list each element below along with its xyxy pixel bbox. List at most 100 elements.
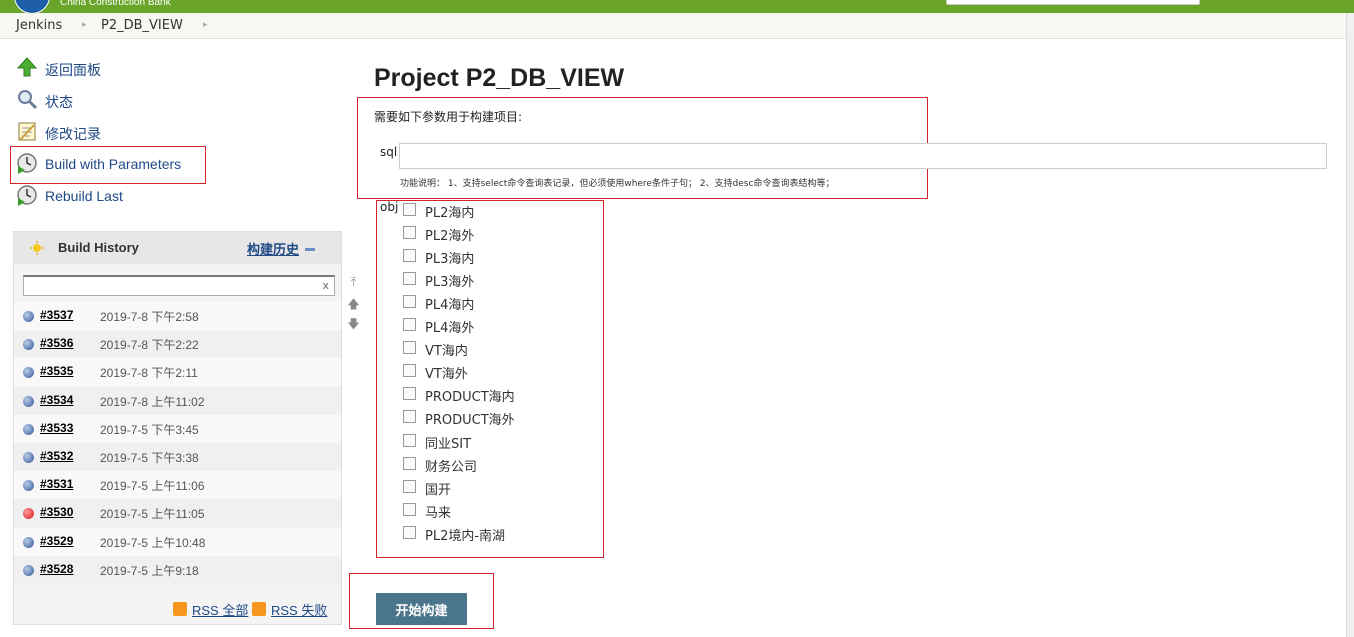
- page-top-icon[interactable]: ⤒: [347, 275, 360, 291]
- build-row: #3528 2019-7-5 上午9:18: [14, 555, 341, 584]
- obj-checkbox[interactable]: [403, 272, 416, 286]
- obj-option-label[interactable]: 马来: [425, 502, 451, 521]
- task-label[interactable]: Rebuild Last: [45, 188, 123, 204]
- build-row: #3535 2019-7-8 下午2:11: [14, 358, 341, 387]
- obj-checkbox[interactable]: [403, 364, 416, 378]
- sql-label: sql: [380, 145, 398, 159]
- build-row: #3532 2019-7-5 下午3:38: [14, 443, 341, 471]
- obj-checkbox[interactable]: [403, 295, 416, 309]
- success-status-icon[interactable]: [23, 423, 34, 435]
- success-status-icon[interactable]: [23, 395, 34, 407]
- build-date: 2019-7-8 下午2:58: [100, 310, 199, 324]
- obj-option-label[interactable]: PL3海外: [425, 271, 474, 290]
- build-date: 2019-7-8 上午11:02: [100, 394, 205, 409]
- sql-input[interactable]: [399, 143, 1327, 169]
- up-arrow-icon: [16, 57, 38, 77]
- obj-checkbox[interactable]: [403, 456, 416, 470]
- obj-option-label[interactable]: PL4海内: [425, 294, 474, 313]
- build-row: #3537 2019-7-8 下午2:58: [14, 302, 341, 330]
- rss-icon: [173, 602, 187, 616]
- obj-checkbox[interactable]: [403, 525, 416, 539]
- build-number-link[interactable]: #3533: [40, 421, 73, 435]
- build-date: 2019-7-5 上午11:06: [100, 479, 205, 494]
- obj-option-label[interactable]: 同业SIT: [425, 433, 471, 452]
- trend-toggle-icon[interactable]: [305, 248, 315, 251]
- obj-option-label[interactable]: VT海内: [425, 340, 468, 359]
- search-input[interactable]: [946, 0, 1200, 5]
- build-number-link[interactable]: #3530: [40, 505, 73, 519]
- obj-checkbox[interactable]: [403, 341, 416, 355]
- build-number-link[interactable]: #3528: [40, 562, 73, 576]
- obj-option-label[interactable]: PL2海内: [425, 202, 474, 221]
- build-date: 2019-7-5 下午3:38: [100, 451, 199, 465]
- success-status-icon[interactable]: [23, 480, 34, 492]
- obj-option-label[interactable]: 国开: [425, 479, 451, 498]
- magnifier-icon: [18, 90, 38, 110]
- scrollbar[interactable]: [1346, 13, 1354, 637]
- breadcrumb-separator-icon[interactable]: ▸: [203, 20, 208, 30]
- highlight-box: [10, 146, 206, 184]
- obj-option-label[interactable]: 财务公司: [425, 456, 477, 475]
- rss-all-link[interactable]: RSS 全部: [192, 600, 248, 619]
- build-number-link[interactable]: #3536: [40, 336, 73, 350]
- obj-checkbox[interactable]: [403, 433, 416, 447]
- build-date: 2019-7-5 上午11:05: [100, 507, 205, 522]
- obj-option-label[interactable]: PRODUCT海外: [425, 409, 515, 428]
- build-history-panel: Build History 构建历史 x #3537 2019-7-8 下午2:5…: [13, 231, 342, 625]
- build-history-trend-link[interactable]: 构建历史: [247, 239, 299, 258]
- build-row: #3530 2019-7-5 上午11:05: [14, 499, 341, 528]
- build-number-link[interactable]: #3537: [40, 308, 73, 322]
- obj-checkbox[interactable]: [403, 502, 416, 516]
- task-label[interactable]: 状态: [45, 92, 73, 112]
- obj-option-label[interactable]: VT海外: [425, 363, 468, 382]
- build-date: 2019-7-5 上午10:48: [100, 535, 206, 550]
- sql-help-text: 功能说明： 1、支持select命令查询表记录，但必须使用where条件子句； …: [400, 179, 835, 189]
- build-number-link[interactable]: #3535: [40, 364, 73, 378]
- obj-checkbox[interactable]: [403, 318, 416, 332]
- obj-checkbox[interactable]: [403, 249, 416, 263]
- obj-checkbox[interactable]: [403, 203, 416, 216]
- page-up-icon[interactable]: 🡅: [347, 295, 360, 311]
- obj-option-label[interactable]: PL2海外: [425, 225, 474, 244]
- build-number-link[interactable]: #3534: [40, 393, 73, 407]
- build-number-link[interactable]: #3532: [40, 449, 73, 463]
- obj-option-label[interactable]: PRODUCT海内: [425, 386, 515, 405]
- task-label[interactable]: 返回面板: [45, 60, 101, 80]
- build-filter-input[interactable]: x: [23, 275, 335, 296]
- obj-option-label[interactable]: PL3海内: [425, 248, 474, 267]
- rss-icon: [252, 602, 266, 616]
- obj-option-label[interactable]: PL2境内-南湖: [425, 525, 505, 544]
- success-status-icon[interactable]: [23, 536, 34, 548]
- build-row: #3531 2019-7-5 上午11:06: [14, 471, 341, 500]
- notepad-icon: [18, 122, 36, 141]
- success-status-icon[interactable]: [23, 311, 34, 322]
- obj-option-label[interactable]: PL4海外: [425, 317, 474, 336]
- success-status-icon[interactable]: [23, 452, 34, 463]
- parameters-description: 需要如下参数用于构建项目:: [374, 110, 523, 124]
- build-clock-icon: [17, 185, 37, 206]
- failed-status-icon[interactable]: [23, 508, 34, 520]
- build-button[interactable]: 开始构建: [376, 593, 467, 625]
- clear-filter-icon[interactable]: x: [322, 279, 329, 292]
- rss-failed-link[interactable]: RSS 失败: [271, 600, 327, 619]
- success-status-icon[interactable]: [23, 339, 34, 351]
- page-down-icon[interactable]: 🡇: [347, 315, 360, 331]
- build-row: #3529 2019-7-5 上午10:48: [14, 527, 341, 556]
- breadcrumb-separator-icon[interactable]: ▸: [82, 20, 87, 30]
- build-date: 2019-7-8 下午2:22: [100, 338, 199, 353]
- obj-checkbox[interactable]: [403, 226, 416, 240]
- task-label[interactable]: 修改记录: [45, 124, 101, 144]
- build-number-link[interactable]: #3529: [40, 534, 73, 548]
- build-number-link[interactable]: #3531: [40, 477, 73, 491]
- build-row: #3534 2019-7-8 上午11:02: [14, 386, 341, 415]
- obj-checkbox[interactable]: [403, 479, 416, 493]
- page-title: Project P2_DB_VIEW: [374, 64, 625, 92]
- breadcrumb-project[interactable]: P2_DB_VIEW: [101, 18, 183, 33]
- obj-checkbox[interactable]: [403, 410, 416, 424]
- breadcrumb-jenkins[interactable]: Jenkins: [16, 18, 62, 33]
- build-date: 2019-7-5 下午3:45: [100, 422, 199, 437]
- success-status-icon[interactable]: [23, 367, 34, 379]
- build-date: 2019-7-8 下午2:11: [100, 366, 198, 381]
- success-status-icon[interactable]: [23, 564, 34, 576]
- obj-checkbox[interactable]: [403, 387, 416, 401]
